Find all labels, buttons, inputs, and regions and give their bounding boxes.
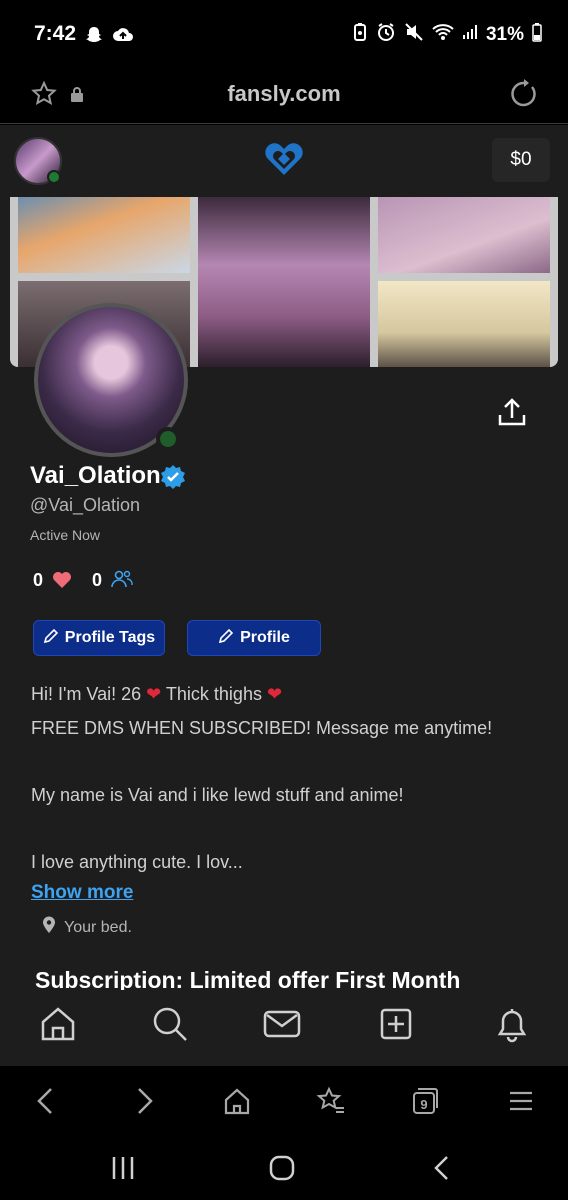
banner-photo bbox=[378, 197, 550, 273]
username: @Vai_Olation bbox=[30, 495, 140, 515]
status-right: 31% bbox=[352, 22, 542, 47]
system-nav-bar bbox=[0, 1136, 568, 1200]
status-bar: 7:42 31% bbox=[0, 0, 568, 68]
alarm-icon bbox=[376, 22, 396, 47]
heart-emoji-icon: ❤ bbox=[146, 684, 162, 704]
online-indicator bbox=[47, 170, 61, 184]
cloud-upload-icon bbox=[112, 25, 134, 50]
plus-square-icon[interactable] bbox=[376, 1004, 416, 1049]
bio-line: Hi! I'm Vai! 26 ❤ Thick thighs ❤ bbox=[31, 678, 541, 712]
fansly-logo-icon[interactable] bbox=[262, 139, 306, 184]
bottom-nav bbox=[0, 990, 568, 1066]
verified-badge-icon bbox=[160, 464, 186, 495]
wifi-icon bbox=[432, 23, 454, 46]
search-icon[interactable] bbox=[150, 1004, 190, 1049]
mute-icon bbox=[404, 22, 424, 47]
banner-photo bbox=[198, 197, 370, 367]
home-icon[interactable] bbox=[268, 1154, 296, 1187]
url-field[interactable]: fansly.com bbox=[0, 81, 568, 107]
bio-line: FREE DMS WHEN SUBSCRIBED! Message me any… bbox=[31, 717, 493, 738]
recents-icon[interactable] bbox=[110, 1154, 136, 1187]
active-status: Active Now bbox=[30, 527, 101, 543]
banner-photo bbox=[378, 281, 550, 367]
snapchat-icon bbox=[84, 25, 104, 50]
reload-icon[interactable] bbox=[510, 78, 538, 113]
battery-saver-icon bbox=[352, 22, 368, 47]
bio-text: Thick thighs bbox=[161, 684, 267, 704]
location-pin-icon bbox=[42, 916, 56, 939]
browser-toolbar: 9 bbox=[0, 1066, 568, 1136]
edit-profile-button[interactable]: Profile bbox=[187, 620, 321, 656]
menu-icon[interactable] bbox=[508, 1086, 534, 1121]
bell-icon[interactable] bbox=[492, 1004, 532, 1049]
wallet-balance-button[interactable]: $0 bbox=[492, 138, 550, 182]
forward-icon[interactable] bbox=[132, 1086, 156, 1121]
bio-line bbox=[31, 745, 541, 779]
bio-line: I love anything cute. I lov... bbox=[31, 851, 243, 872]
home-icon[interactable] bbox=[223, 1086, 251, 1121]
back-icon[interactable] bbox=[34, 1086, 58, 1121]
bookmarks-icon[interactable] bbox=[316, 1086, 346, 1121]
heart-emoji-icon: ❤ bbox=[266, 684, 283, 704]
notification-icons bbox=[84, 25, 134, 50]
app-content: $0 Vai_Olation @Vai_Olation Active Now 0… bbox=[0, 125, 568, 1066]
profile-tags-label: Profile Tags bbox=[64, 629, 156, 646]
likes-count: 0 bbox=[33, 570, 44, 590]
mail-icon[interactable] bbox=[262, 1004, 302, 1049]
app-header: $0 bbox=[0, 125, 568, 197]
tabs-icon[interactable]: 9 bbox=[410, 1086, 440, 1121]
status-time: 7:42 bbox=[34, 22, 77, 45]
bio-line bbox=[31, 812, 541, 846]
bio-line: My name is Vai and i like lewd stuff and… bbox=[31, 784, 404, 805]
location-text: Your bed. bbox=[64, 918, 132, 936]
tab-count: 9 bbox=[420, 1097, 427, 1112]
pencil-icon bbox=[218, 628, 234, 649]
profile-button-label: Profile bbox=[240, 629, 290, 646]
location: Your bed. bbox=[42, 916, 132, 939]
online-indicator bbox=[156, 427, 180, 451]
pencil-icon bbox=[43, 628, 59, 649]
followers-count: 0 bbox=[92, 570, 103, 590]
battery-icon bbox=[532, 22, 542, 47]
display-name: Vai_Olation bbox=[30, 462, 161, 489]
heart-icon bbox=[52, 571, 72, 594]
bio-text: Hi! I'm Vai! 26 bbox=[31, 684, 147, 704]
banner-photo bbox=[18, 197, 190, 273]
back-icon[interactable] bbox=[432, 1154, 452, 1187]
signal-icon bbox=[462, 24, 478, 45]
battery-percent: 31% bbox=[485, 23, 524, 45]
browser-address-bar: fansly.com bbox=[0, 68, 568, 124]
share-icon[interactable] bbox=[496, 397, 528, 434]
home-icon[interactable] bbox=[38, 1004, 78, 1049]
show-more-link[interactable]: Show more bbox=[31, 882, 133, 904]
profile-tags-button[interactable]: Profile Tags bbox=[33, 620, 165, 656]
profile-bio: Hi! I'm Vai! 26 ❤ Thick thighs ❤ FREE DM… bbox=[31, 678, 541, 879]
followers-icon bbox=[110, 569, 134, 594]
